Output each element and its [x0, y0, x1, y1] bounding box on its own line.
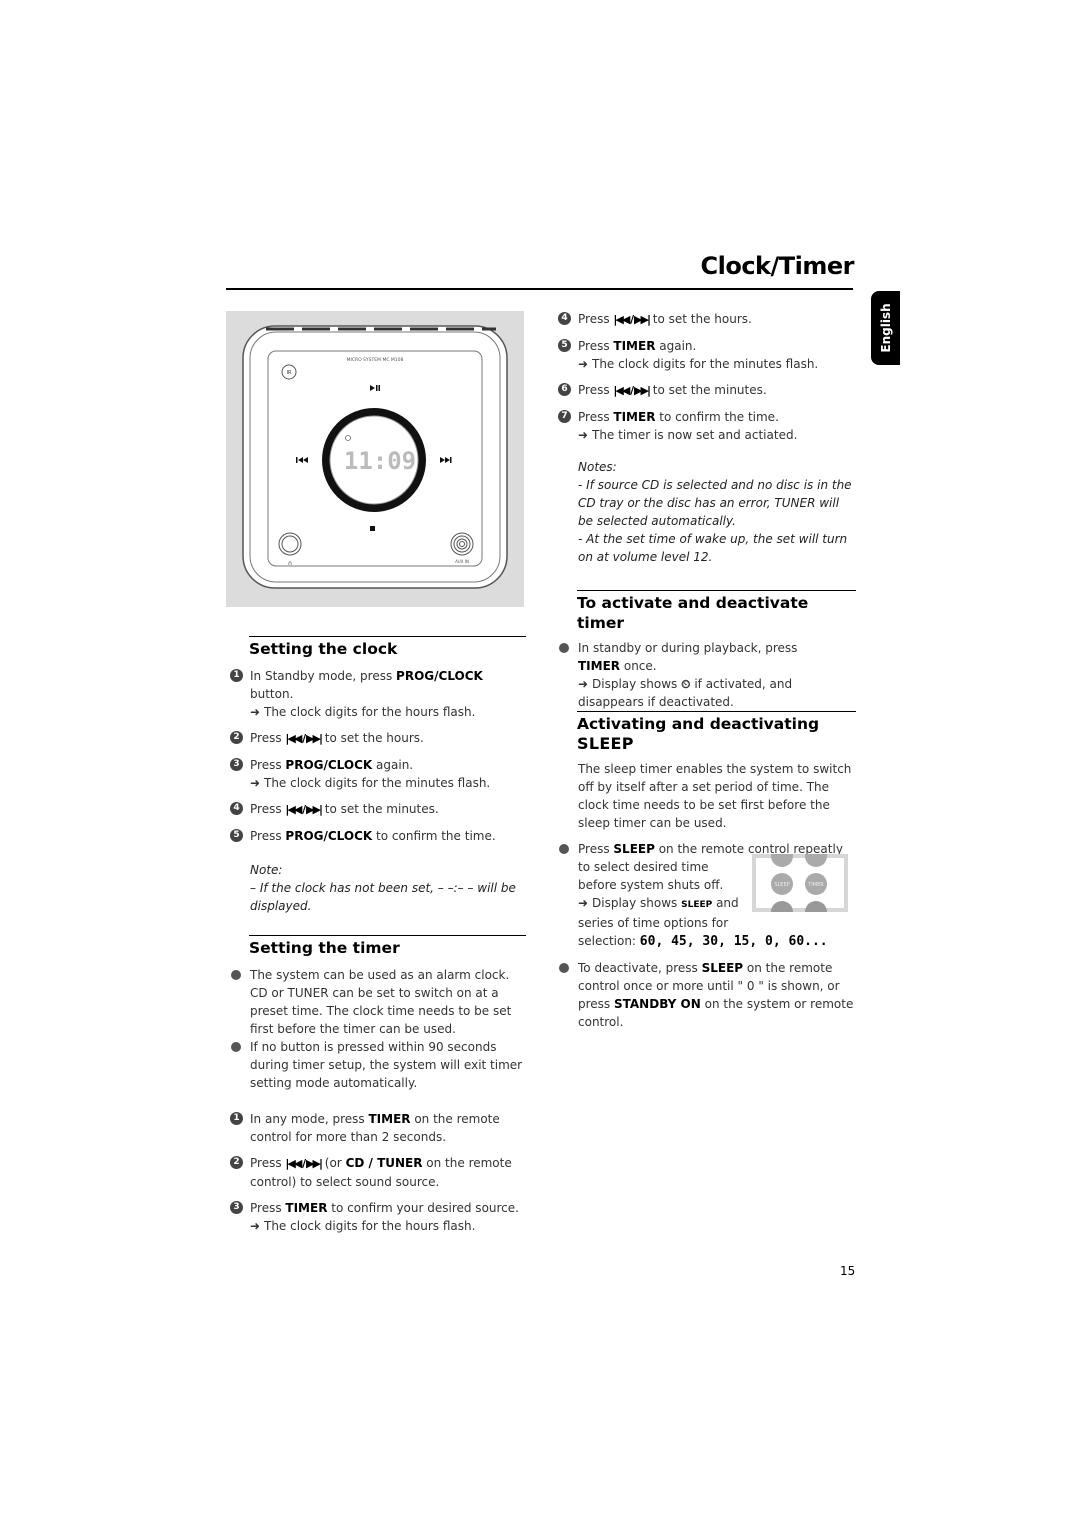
step-number-icon: 2	[230, 731, 243, 744]
sleep-intro: The sleep timer enables the system to sw…	[578, 762, 852, 830]
arrow-icon: ➜	[250, 705, 261, 719]
device-illustration: MICRO SYSTEM MC M108 IR 11:09 ∩ AUX IN	[226, 311, 524, 607]
timer-step: 7 Press TIMER to confirm the time. ➜ The …	[558, 408, 856, 444]
bullet-icon	[559, 963, 569, 973]
clock-step: 5 Press PROG/CLOCK to confirm the time.	[230, 827, 526, 845]
step-number-icon: 1	[230, 1112, 243, 1125]
section-heading: To activate and deactivate timer	[577, 590, 856, 633]
sleep-section: Activating and deactivating SLEEP The sle…	[558, 711, 856, 1031]
note-text: - At the set time of wake up, the set wi…	[578, 532, 848, 564]
timer-step: 6 Press |◀◀ / ▶▶| to set the minutes.	[558, 381, 856, 400]
section-heading: Setting the timer	[249, 935, 526, 958]
ir-sensor-icon: IR	[281, 364, 297, 380]
svg-text:TIMER: TIMER	[807, 882, 824, 888]
svg-text:IR: IR	[287, 370, 292, 376]
timer-step: 3 Press TIMER to confirm your desired so…	[230, 1199, 526, 1235]
bullet-icon	[231, 1042, 241, 1052]
bullet-item: The system can be used as an alarm clock…	[230, 966, 526, 1038]
arrow-icon: ➜	[250, 1219, 261, 1233]
clock-step: 2 Press |◀◀ / ▶▶| to set the hours.	[230, 729, 526, 748]
step-number-icon: 5	[230, 829, 243, 842]
step-number-icon: 2	[230, 1156, 243, 1169]
prev-next-icon: |◀◀ / ▶▶|	[285, 1157, 323, 1170]
bullet-item: To deactivate, press SLEEP on the remote…	[558, 959, 856, 1031]
step-number-icon: 4	[558, 312, 571, 325]
timer-step: 2 Press |◀◀ / ▶▶| (or CD / TUNER on the …	[230, 1154, 526, 1191]
clock-step: 1 In Standby mode, press PROG/CLOCK butt…	[230, 667, 526, 721]
prev-next-icon: |◀◀ / ▶▶|	[613, 384, 651, 397]
step-number-icon: 6	[558, 383, 571, 396]
bullet-icon	[231, 970, 241, 980]
clock-step: 3 Press PROG/CLOCK again. ➜ The clock dig…	[230, 756, 526, 792]
bullet-item: In standby or during playback, press TIM…	[558, 639, 856, 711]
arrow-icon: ➜	[578, 357, 589, 371]
timer-step: 1 In any mode, press TIMER on the remote…	[230, 1110, 526, 1146]
prev-next-icon: |◀◀ / ▶▶|	[285, 732, 323, 745]
section-heading: Setting the clock	[249, 636, 526, 659]
step-number-icon: 5	[558, 339, 571, 352]
brand-line: MICRO SYSTEM MC M108	[347, 357, 404, 363]
clock-step: 4 Press |◀◀ / ▶▶| to set the minutes.	[230, 800, 526, 819]
note-text: - If source CD is selected and no disc i…	[578, 478, 852, 528]
page-title: Clock/Timer	[700, 252, 855, 280]
bullet-icon	[559, 844, 569, 854]
page-number: 15	[840, 1264, 856, 1278]
section-heading: Activating and deactivating SLEEP	[577, 711, 856, 754]
remote-illustration: SLEEP TIMER	[752, 845, 848, 923]
language-tab-label: English	[878, 303, 893, 353]
timer-step: 4 Press |◀◀ / ▶▶| to set the hours.	[558, 310, 856, 329]
timer-step: 5 Press TIMER again. ➜ The clock digits f…	[558, 337, 856, 373]
language-tab: English	[871, 291, 900, 365]
arrow-icon: ➜	[578, 428, 589, 442]
note-label: Note:	[250, 863, 283, 877]
setting-timer-section: Setting the timer The system can be used…	[230, 935, 526, 1243]
step-number-icon: 7	[558, 410, 571, 423]
prev-next-icon: |◀◀ / ▶▶|	[613, 313, 651, 326]
sleep-options: 60, 45, 30, 15, 0, 60...	[639, 934, 828, 949]
setting-clock-section: Setting the clock 1 In Standby mode, pre…	[230, 636, 526, 915]
bullet-icon	[559, 643, 569, 653]
bullet-item: Press SLEEP on the remote control repeat…	[558, 840, 856, 951]
step-number-icon: 3	[230, 758, 243, 771]
display-time: 11:09	[344, 447, 416, 475]
aux-in-jack-icon	[450, 532, 474, 556]
timer-clock-icon: ⏲	[681, 677, 691, 691]
step-number-icon: 1	[230, 669, 243, 682]
title-rule	[226, 288, 853, 290]
arrow-icon: ➜	[250, 776, 261, 790]
notes-label: Notes:	[578, 460, 617, 474]
activate-timer-section: To activate and deactivate timer In stan…	[558, 590, 856, 711]
bullet-item: If no button is pressed within 90 second…	[230, 1038, 526, 1092]
aux-in-label: AUX IN	[455, 559, 469, 564]
arrow-icon: ➜	[578, 896, 589, 910]
prev-next-icon: |◀◀ / ▶▶|	[285, 803, 323, 816]
stop-icon	[370, 526, 375, 531]
step-number-icon: 4	[230, 802, 243, 815]
step-number-icon: 3	[230, 1201, 243, 1214]
timer-steps-continued: 4 Press |◀◀ / ▶▶| to set the hours. 5 Pr…	[558, 310, 856, 566]
note-text: – If the clock has not been set, – –:– –…	[250, 881, 516, 913]
arrow-icon: ➜	[578, 677, 589, 691]
svg-text:∩: ∩	[288, 560, 292, 567]
svg-text:SLEEP: SLEEP	[774, 882, 789, 888]
